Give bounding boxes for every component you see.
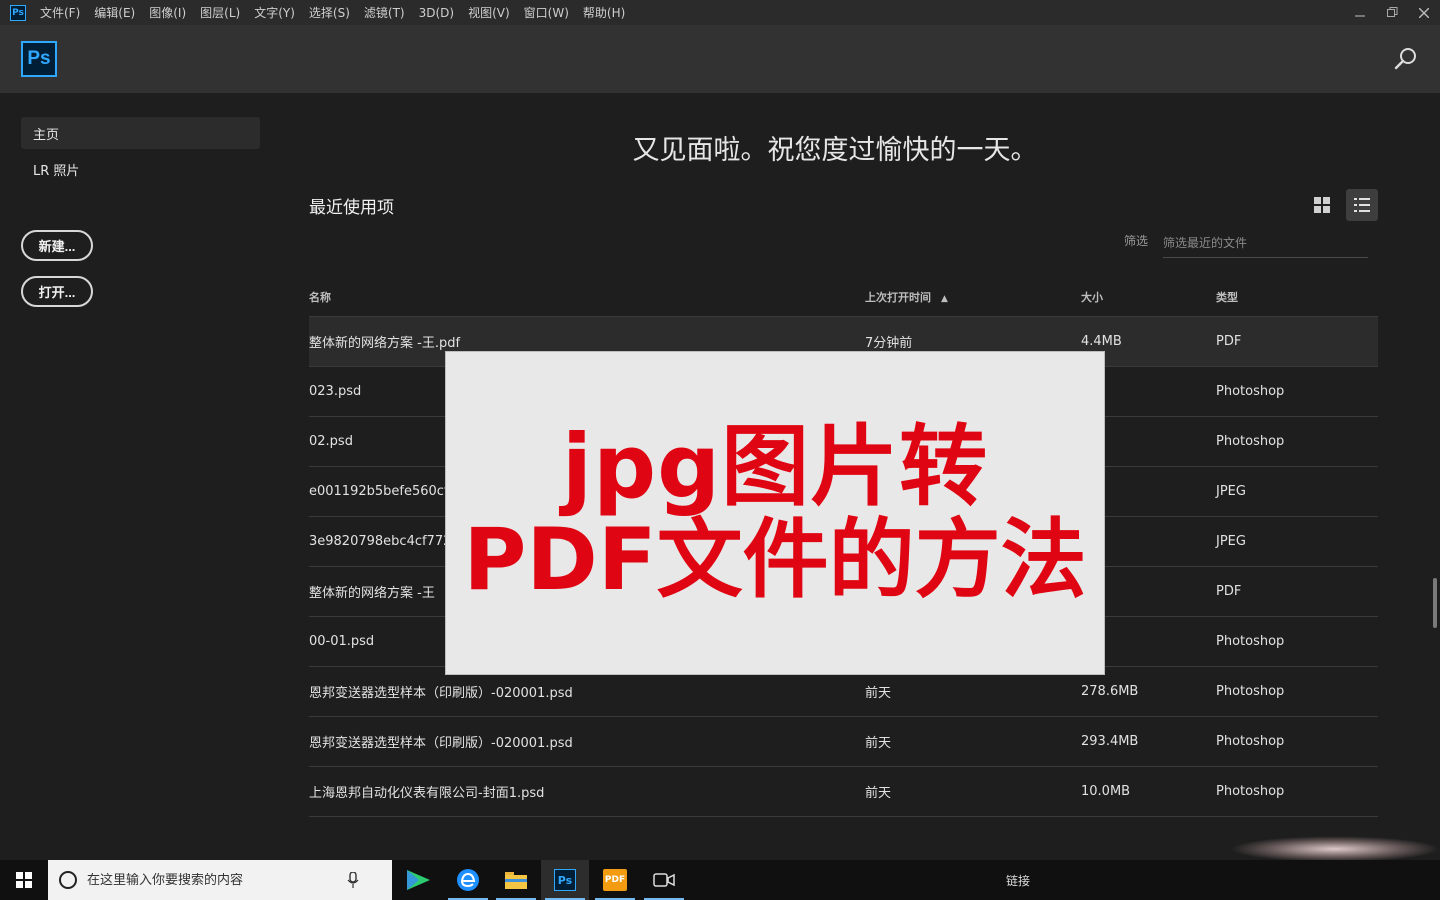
filter-input[interactable]: [1163, 228, 1368, 258]
taskbar-search-input[interactable]: [87, 872, 347, 888]
restore-icon: [1386, 7, 1397, 17]
restore-button[interactable]: [1376, 0, 1408, 25]
column-name[interactable]: 名称: [309, 289, 865, 305]
table-row[interactable]: 上海恩邦自动化仪表有限公司-封面1.psd 前天 10.0MB Photoshop: [309, 767, 1378, 817]
file-type-cell: JPEG: [1216, 484, 1246, 499]
sort-up-icon: ▲: [941, 294, 948, 304]
sidebar: 主页 LR 照片 新建... 打开...: [0, 93, 280, 860]
search-icon: [1394, 48, 1416, 70]
file-name-cell: 恩邦变送器选型样本（印刷版）-020001.psd: [309, 736, 573, 751]
minimize-icon: [1355, 14, 1365, 17]
menu-view[interactable]: 视图(V): [468, 4, 510, 21]
menu-filter[interactable]: 滤镜(T): [364, 4, 405, 21]
sidebar-item-home[interactable]: 主页: [21, 117, 260, 149]
taskbar-search[interactable]: [48, 860, 392, 900]
column-type[interactable]: 类型: [1216, 289, 1378, 305]
menu-layer[interactable]: 图层(L): [200, 4, 240, 21]
file-type-cell: JPEG: [1216, 534, 1246, 549]
file-size-cell: 4.4MB: [1081, 334, 1122, 349]
grid-icon: [1314, 197, 1330, 213]
windows-icon: [16, 872, 32, 888]
file-type-cell: PDF: [1216, 334, 1242, 349]
taskbar-link-label[interactable]: 链接: [1006, 872, 1030, 889]
search-button[interactable]: [1394, 47, 1418, 71]
open-button[interactable]: 打开...: [21, 276, 93, 307]
overlay-title-line2: PDF文件的方法: [463, 510, 1087, 611]
folder-icon: [505, 872, 527, 889]
file-name-cell: 整体新的网络方案 -王.pdf: [309, 336, 461, 351]
photoshop-app-icon: Ps: [10, 4, 26, 21]
photoshop-icon: Ps: [554, 869, 576, 891]
window-controls: [1344, 0, 1440, 25]
menu-select[interactable]: 选择(S): [309, 4, 350, 21]
file-name-cell: 恩邦变送器选型样本（印刷版）-020001.psd: [309, 686, 573, 701]
menu-3d[interactable]: 3D(D): [419, 6, 454, 20]
start-button[interactable]: [0, 860, 48, 900]
light-glare: [1230, 836, 1440, 862]
camera-icon: [653, 873, 675, 887]
taskbar-browser[interactable]: [444, 860, 492, 900]
microphone-icon[interactable]: [347, 872, 359, 888]
file-size-cell: 293.4MB: [1081, 734, 1139, 749]
home-header: Ps: [0, 25, 1440, 93]
menu-help[interactable]: 帮助(H): [583, 4, 625, 21]
title-overlay-card: jpg图片转 PDF文件的方法: [445, 351, 1105, 675]
file-type-cell: Photoshop: [1216, 734, 1285, 749]
table-row[interactable]: 恩邦变送器选型样本（印刷版）-020001.psd 前天 293.4MB Photos…: [309, 717, 1378, 767]
new-button[interactable]: 新建...: [21, 230, 93, 261]
column-time-label: 上次打开时间: [865, 291, 931, 304]
menu-file[interactable]: 文件(F): [40, 4, 80, 21]
taskbar-photoshop[interactable]: Ps: [541, 860, 589, 900]
file-type-cell: Photoshop: [1216, 384, 1285, 399]
file-type-cell: Photoshop: [1216, 684, 1285, 699]
last-opened-cell: 前天: [865, 786, 892, 801]
file-type-cell: Photoshop: [1216, 634, 1285, 649]
menu-edit[interactable]: 编辑(E): [94, 4, 135, 21]
taskbar-file-explorer[interactable]: [492, 860, 540, 900]
last-opened-cell: 前天: [865, 686, 892, 701]
play-icon: [407, 870, 430, 890]
sidebar-item-lr-photos[interactable]: LR 照片: [21, 153, 260, 185]
last-opened-cell: 前天: [865, 736, 892, 751]
minimize-button[interactable]: [1344, 0, 1376, 25]
close-icon: [1419, 7, 1429, 18]
filter-label: 筛选: [1124, 234, 1149, 248]
taskbar-video-player[interactable]: [394, 860, 442, 900]
grid-view-button[interactable]: [1306, 189, 1338, 221]
photoshop-logo: Ps: [21, 41, 57, 77]
file-size-cell: 10.0MB: [1081, 784, 1131, 799]
recent-title: 最近使用项: [309, 198, 394, 218]
pdf-icon: PDF: [603, 869, 627, 891]
column-time[interactable]: 上次打开时间 ▲: [865, 289, 1081, 305]
greeting-text: 又见面啦。祝您度过愉快的一天。: [632, 135, 1038, 166]
column-size[interactable]: 大小: [1081, 289, 1216, 305]
menu-image[interactable]: 图像(I): [149, 4, 186, 21]
menu-type[interactable]: 文字(Y): [254, 4, 295, 21]
scrollbar-thumb[interactable]: [1433, 578, 1437, 628]
browser-icon: [457, 869, 479, 891]
taskbar: Ps PDF 链接: [0, 860, 1440, 900]
menu-window[interactable]: 窗口(W): [524, 4, 569, 21]
taskbar-pdf-app[interactable]: PDF: [591, 860, 639, 900]
file-type-cell: Photoshop: [1216, 784, 1285, 799]
overlay-title-line1: jpg图片转: [561, 415, 989, 519]
list-view-button[interactable]: [1346, 189, 1378, 221]
list-icon: [1354, 198, 1370, 212]
last-opened-cell: 7分钟前: [865, 336, 913, 351]
taskbar-camera-app[interactable]: [640, 860, 688, 900]
file-type-cell: PDF: [1216, 584, 1242, 599]
file-type-cell: Photoshop: [1216, 434, 1285, 449]
close-button[interactable]: [1408, 0, 1440, 25]
file-name-cell: 上海恩邦自动化仪表有限公司-封面1.psd: [309, 786, 545, 801]
file-size-cell: 278.6MB: [1081, 684, 1139, 699]
menu-bar: Ps 文件(F) 编辑(E) 图像(I) 图层(L) 文字(Y) 选择(S) 滤…: [0, 0, 1440, 25]
cortana-icon: [59, 871, 77, 889]
table-header: 名称 上次打开时间 ▲ 大小 类型: [309, 278, 1378, 317]
